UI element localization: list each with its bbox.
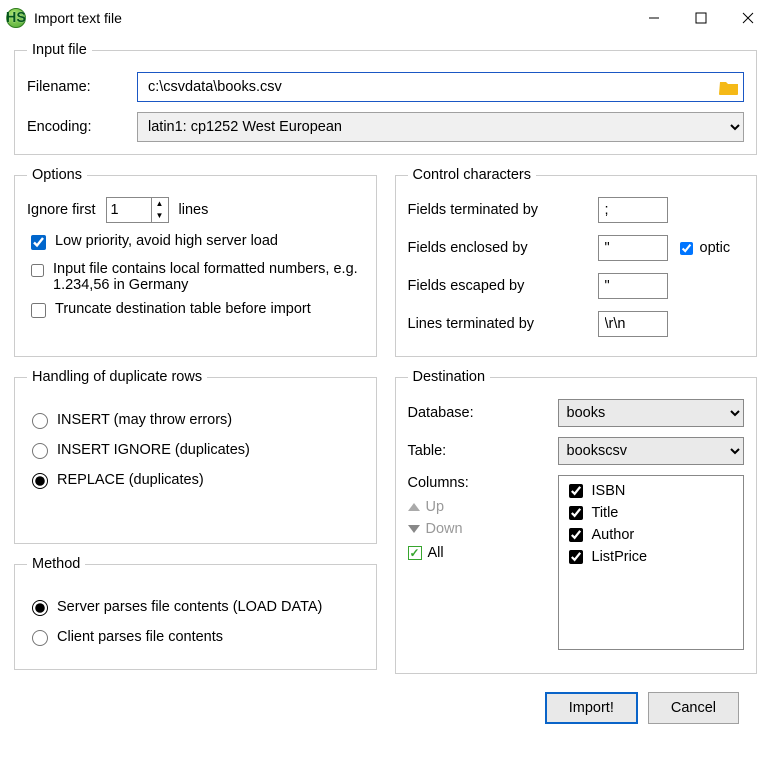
database-label: Database: — [408, 405, 558, 421]
table-select[interactable]: bookscsv — [558, 437, 745, 465]
fields-esc-input[interactable] — [598, 273, 668, 299]
table-label: Table: — [408, 443, 558, 459]
method-legend: Method — [27, 556, 85, 572]
client-parse-label: Client parses file contents — [57, 629, 223, 645]
lines-term-label: Lines terminated by — [408, 316, 598, 332]
optic-label: optic — [700, 240, 731, 256]
cancel-button[interactable]: Cancel — [648, 692, 739, 724]
input-file-group: Input file Filename: Encoding: latin1: c… — [14, 42, 757, 155]
columns-list[interactable]: ISBN Title Author ListPrice — [558, 475, 745, 650]
encoding-select[interactable]: latin1: cp1252 West European — [137, 112, 744, 142]
ignore-first-input[interactable] — [107, 198, 151, 222]
truncate-checkbox[interactable] — [31, 303, 46, 318]
column-checkbox[interactable] — [569, 550, 583, 564]
column-item[interactable]: Title — [565, 502, 738, 524]
low-priority-checkbox[interactable] — [31, 235, 46, 250]
duplicates-legend: Handling of duplicate rows — [27, 369, 207, 385]
insert-label: INSERT (may throw errors) — [57, 412, 232, 428]
column-name: Title — [592, 505, 619, 521]
fields-esc-label: Fields escaped by — [408, 278, 598, 294]
control-chars-legend: Control characters — [408, 167, 536, 183]
insert-ignore-label: INSERT IGNORE (duplicates) — [57, 442, 250, 458]
filename-field-wrapper[interactable] — [137, 72, 744, 102]
triangle-up-icon — [408, 503, 420, 511]
move-down-button[interactable]: Down — [408, 521, 548, 537]
column-item[interactable]: Author — [565, 524, 738, 546]
column-name: ListPrice — [592, 549, 648, 565]
encoding-label: Encoding: — [27, 119, 137, 135]
column-item[interactable]: ISBN — [565, 480, 738, 502]
ignore-first-suffix: lines — [179, 202, 209, 218]
close-button[interactable] — [724, 2, 771, 34]
destination-group: Destination Database: books Table: books… — [395, 369, 758, 674]
destination-legend: Destination — [408, 369, 491, 385]
method-group: Method Server parses file contents (LOAD… — [14, 556, 377, 670]
ignore-first-spinner[interactable]: ▲ ▼ — [106, 197, 169, 223]
fields-term-label: Fields terminated by — [408, 202, 598, 218]
insert-radio[interactable] — [32, 413, 48, 429]
server-parse-label: Server parses file contents (LOAD DATA) — [57, 599, 322, 615]
column-checkbox[interactable] — [569, 506, 583, 520]
fields-encl-label: Fields enclosed by — [408, 240, 598, 256]
move-up-button[interactable]: Up — [408, 499, 548, 515]
spinner-down-icon[interactable]: ▼ — [152, 210, 168, 222]
filename-input[interactable] — [146, 78, 719, 96]
options-group: Options Ignore first ▲ ▼ lines Low prior… — [14, 167, 377, 357]
replace-radio[interactable] — [32, 473, 48, 489]
local-numbers-label: Input file contains local formatted numb… — [53, 261, 364, 293]
database-select[interactable]: books — [558, 399, 745, 427]
filename-label: Filename: — [27, 79, 137, 95]
check-icon: ✓ — [408, 546, 422, 560]
insert-ignore-radio[interactable] — [32, 443, 48, 459]
ignore-first-label: Ignore first — [27, 202, 96, 218]
column-item[interactable]: ListPrice — [565, 546, 738, 568]
import-button[interactable]: Import! — [545, 692, 638, 724]
fields-term-input[interactable] — [598, 197, 668, 223]
minimize-button[interactable] — [630, 2, 677, 34]
local-numbers-checkbox[interactable] — [31, 263, 44, 278]
triangle-down-icon — [408, 525, 420, 533]
low-priority-label: Low priority, avoid high server load — [55, 233, 278, 249]
truncate-label: Truncate destination table before import — [55, 301, 311, 317]
column-checkbox[interactable] — [569, 484, 583, 498]
folder-icon[interactable] — [719, 79, 739, 95]
window-title: Import text file — [34, 10, 122, 26]
spinner-up-icon[interactable]: ▲ — [152, 198, 168, 210]
client-parse-radio[interactable] — [32, 630, 48, 646]
title-bar: HS Import text file — [0, 0, 771, 36]
fields-encl-input[interactable] — [598, 235, 668, 261]
input-file-legend: Input file — [27, 42, 92, 58]
options-legend: Options — [27, 167, 87, 183]
duplicates-group: Handling of duplicate rows INSERT (may t… — [14, 369, 377, 544]
column-name: Author — [592, 527, 635, 543]
column-checkbox[interactable] — [569, 528, 583, 542]
all-columns-toggle[interactable]: ✓ All — [408, 545, 548, 561]
maximize-button[interactable] — [677, 2, 724, 34]
column-name: ISBN — [592, 483, 626, 499]
app-icon: HS — [6, 8, 26, 28]
server-parse-radio[interactable] — [32, 600, 48, 616]
lines-term-input[interactable] — [598, 311, 668, 337]
optic-checkbox[interactable] — [680, 242, 693, 255]
columns-label: Columns: — [408, 475, 548, 491]
control-chars-group: Control characters Fields terminated by … — [395, 167, 758, 357]
replace-label: REPLACE (duplicates) — [57, 472, 204, 488]
